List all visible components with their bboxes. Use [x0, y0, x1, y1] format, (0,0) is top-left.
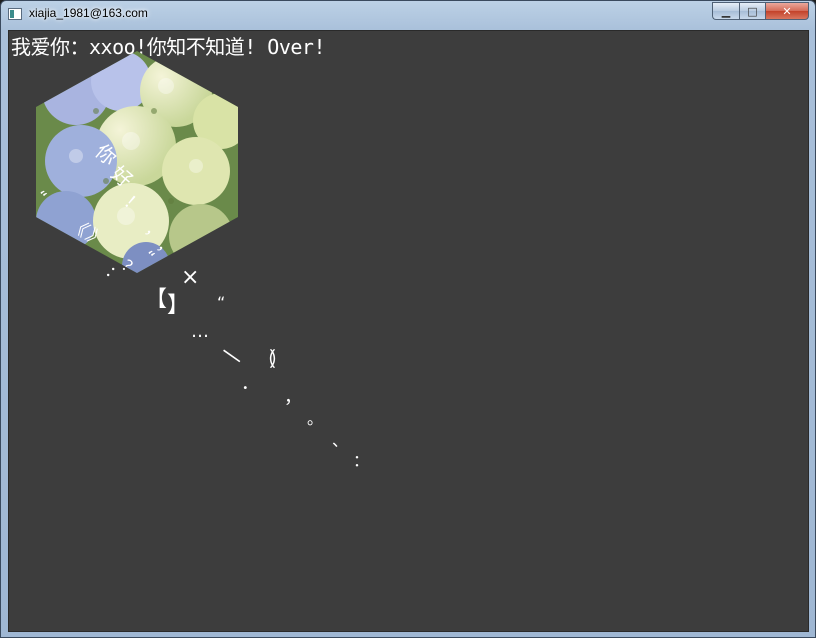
hexagon-flower-image: [36, 51, 238, 273]
app-window-icon[interactable]: [8, 8, 22, 20]
maximize-button[interactable]: □: [739, 2, 765, 20]
window-controls: ▁ □ ✕: [712, 2, 809, 20]
floating-glyph: —: [215, 338, 249, 373]
app-window: xiajia_1981@163.com ▁ □ ✕ 我爱你：xxoo!你知不知道…: [0, 0, 816, 638]
floating-glyph: ，: [284, 387, 302, 408]
floating-glyph: 。: [307, 409, 324, 428]
floating-glyph: ）: [269, 347, 289, 371]
floating-glyph: 】: [167, 293, 190, 318]
floating-glyph: 、: [332, 431, 349, 450]
floating-glyph: ：: [353, 451, 370, 470]
floating-glyph: 【: [145, 287, 168, 312]
floating-glyph: ．: [241, 373, 259, 394]
floating-glyph: …: [191, 321, 209, 342]
close-button[interactable]: ✕: [765, 2, 809, 20]
title-bar[interactable]: xiajia_1981@163.com ▁ □ ✕: [1, 1, 815, 29]
canvas-area[interactable]: 我爱你：xxoo!你知不知道! Over! 你 好 ！ ， ， “ 《 》 “ …: [8, 30, 809, 632]
minimize-button[interactable]: ▁: [712, 2, 739, 20]
floating-glyph: “: [217, 293, 226, 312]
window-title: xiajia_1981@163.com: [29, 6, 148, 20]
